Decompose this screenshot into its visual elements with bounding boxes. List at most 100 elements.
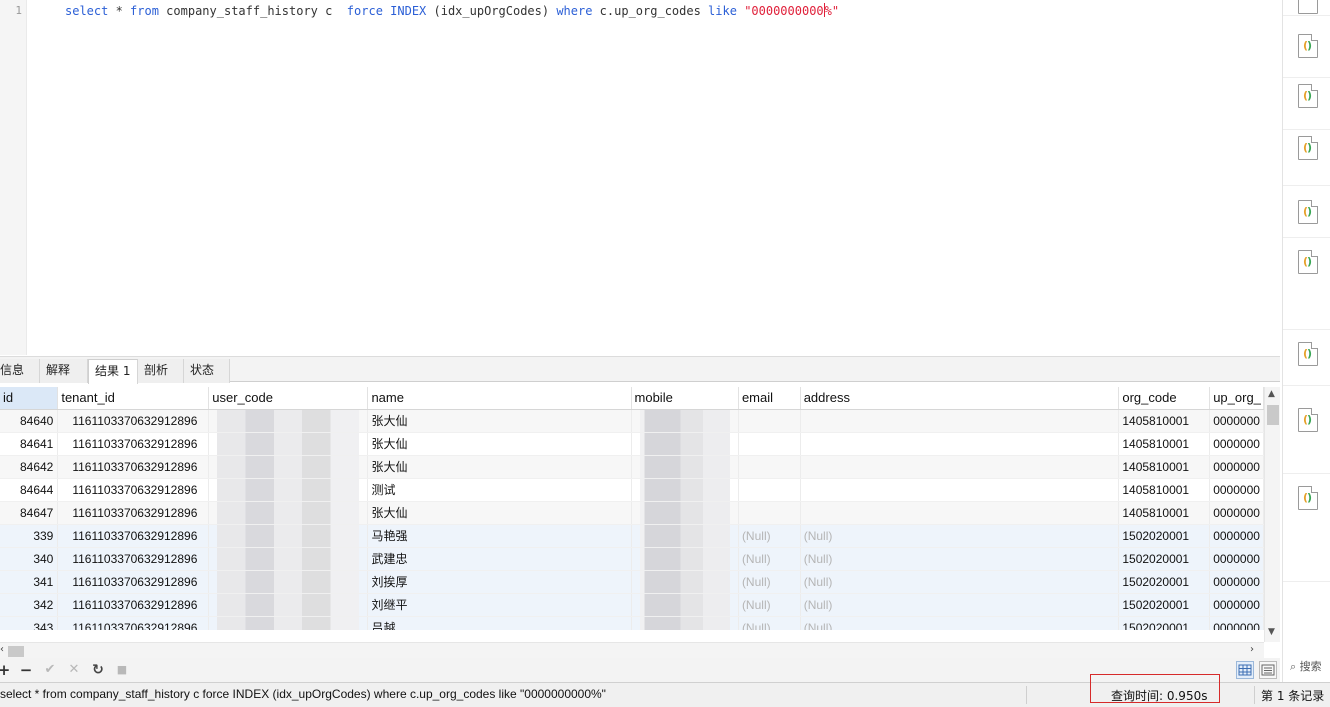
column-header-address[interactable]: address: [800, 387, 1120, 410]
cell-mobile-redacted[interactable]: [631, 432, 739, 456]
cell-org-code[interactable]: 1502020001: [1118, 593, 1211, 617]
cell-id[interactable]: 84647: [0, 501, 59, 525]
cell-up-org-codes[interactable]: 0000000: [1209, 616, 1264, 630]
horizontal-scroll-thumb[interactable]: [8, 646, 24, 657]
refresh-button[interactable]: ↻: [88, 660, 108, 680]
cell-tenant-id[interactable]: 1161103370632912896: [57, 409, 210, 433]
cell-mobile-redacted[interactable]: [631, 570, 739, 594]
cell-org-code[interactable]: 1502020001: [1118, 616, 1211, 630]
cell-up-org-codes[interactable]: 0000000: [1209, 524, 1264, 548]
snippet-item[interactable]: (): [1283, 386, 1330, 474]
tab-explain[interactable]: 解释 1: [40, 359, 88, 399]
cell-user-code-redacted[interactable]: [208, 524, 369, 548]
column-header-name[interactable]: name: [367, 387, 632, 410]
cell-address[interactable]: (Null): [800, 524, 1120, 548]
cell-id[interactable]: 340: [0, 547, 59, 571]
cell-address[interactable]: [800, 432, 1120, 456]
column-header-tenant-id[interactable]: tenant_id: [57, 387, 210, 410]
cell-org-code[interactable]: 1405810001: [1118, 409, 1211, 433]
cell-tenant-id[interactable]: 1161103370632912896: [57, 616, 210, 630]
form-view-icon[interactable]: [1259, 661, 1277, 679]
cell-user-code-redacted[interactable]: [208, 570, 369, 594]
cell-email[interactable]: [738, 409, 801, 433]
cell-tenant-id[interactable]: 1161103370632912896: [57, 501, 210, 525]
cell-address[interactable]: (Null): [800, 616, 1120, 630]
apply-changes-button[interactable]: ✔: [40, 660, 60, 680]
cell-mobile-redacted[interactable]: [631, 547, 739, 571]
cell-email[interactable]: [738, 478, 801, 502]
cell-name[interactable]: 吕越: [367, 616, 632, 630]
grid-view-icon[interactable]: [1236, 661, 1254, 679]
vertical-scrollbar[interactable]: ▲ ▼: [1264, 387, 1280, 642]
cell-tenant-id[interactable]: 1161103370632912896: [57, 478, 210, 502]
vertical-scroll-thumb[interactable]: [1267, 405, 1279, 425]
cell-up-org-codes[interactable]: 0000000: [1209, 547, 1264, 571]
cell-address[interactable]: [800, 455, 1120, 479]
column-header-user-code[interactable]: user_code: [208, 387, 369, 410]
cell-email[interactable]: (Null): [738, 570, 801, 594]
column-header-email[interactable]: email: [738, 387, 801, 410]
sql-code-line[interactable]: select * from company_staff_history c fo…: [65, 3, 839, 19]
cell-org-code[interactable]: 1405810001: [1118, 478, 1211, 502]
column-header-mobile[interactable]: mobile: [631, 387, 739, 410]
cell-id[interactable]: 84642: [0, 455, 59, 479]
cell-up-org-codes[interactable]: 0000000: [1209, 409, 1264, 433]
cell-email[interactable]: [738, 432, 801, 456]
cell-up-org-codes[interactable]: 0000000: [1209, 432, 1264, 456]
snippet-item[interactable]: (): [1283, 186, 1330, 238]
cell-tenant-id[interactable]: 1161103370632912896: [57, 432, 210, 456]
table-row[interactable]: 84644 1161103370632912896 测试 1405810001 0000…: [0, 478, 1264, 502]
cell-up-org-codes[interactable]: 0000000: [1209, 593, 1264, 617]
cell-name[interactable]: 张大仙: [367, 432, 632, 456]
horizontal-scrollbar[interactable]: ‹ ›: [0, 642, 1264, 658]
snippet-item[interactable]: (): [1283, 16, 1330, 78]
cell-org-code[interactable]: 1502020001: [1118, 570, 1211, 594]
table-row[interactable]: 84641 1161103370632912896 张大仙 1405810001 000…: [0, 432, 1264, 456]
cell-user-code-redacted[interactable]: [208, 501, 369, 525]
snippet-item[interactable]: (): [1283, 130, 1330, 186]
stop-button[interactable]: ■: [112, 660, 132, 680]
cell-tenant-id[interactable]: 1161103370632912896: [57, 570, 210, 594]
cell-name[interactable]: 张大仙: [367, 455, 632, 479]
sql-editor[interactable]: 1 select * from company_staff_history c …: [0, 0, 1280, 355]
cell-address[interactable]: (Null): [800, 570, 1120, 594]
snippet-item[interactable]: (): [1283, 238, 1330, 330]
cell-mobile-redacted[interactable]: [631, 455, 739, 479]
cell-mobile-redacted[interactable]: [631, 501, 739, 525]
cell-id[interactable]: 339: [0, 524, 59, 548]
cell-tenant-id[interactable]: 1161103370632912896: [57, 455, 210, 479]
tab-status[interactable]: 状态: [184, 359, 230, 383]
snippet-item[interactable]: (): [1283, 474, 1330, 582]
tab-result[interactable]: 结果 1: [88, 359, 138, 384]
cell-name[interactable]: 武建忠: [367, 547, 632, 571]
result-grid[interactable]: id tenant_id user_code name mobile email…: [0, 387, 1264, 630]
snippet-item[interactable]: [1283, 0, 1330, 16]
cell-tenant-id[interactable]: 1161103370632912896: [57, 547, 210, 571]
cell-org-code[interactable]: 1405810001: [1118, 455, 1211, 479]
cell-address[interactable]: (Null): [800, 547, 1120, 571]
cell-org-code[interactable]: 1405810001: [1118, 501, 1211, 525]
cell-user-code-redacted[interactable]: [208, 593, 369, 617]
cell-name[interactable]: 张大仙: [367, 409, 632, 433]
cell-email[interactable]: (Null): [738, 616, 801, 630]
tab-profile[interactable]: 剖析: [138, 359, 184, 383]
cell-mobile-redacted[interactable]: [631, 593, 739, 617]
table-row[interactable]: 84647 1161103370632912896 张大仙 1405810001 000…: [0, 501, 1264, 525]
tab-message[interactable]: 信息: [0, 359, 40, 383]
cell-org-code[interactable]: 1502020001: [1118, 524, 1211, 548]
cell-tenant-id[interactable]: 1161103370632912896: [57, 524, 210, 548]
cell-mobile-redacted[interactable]: [631, 478, 739, 502]
cell-up-org-codes[interactable]: 0000000: [1209, 501, 1264, 525]
cell-name[interactable]: 张大仙: [367, 501, 632, 525]
cell-up-org-codes[interactable]: 0000000: [1209, 570, 1264, 594]
cell-mobile-redacted[interactable]: [631, 409, 739, 433]
cell-user-code-redacted[interactable]: [208, 547, 369, 571]
cell-email[interactable]: (Null): [738, 547, 801, 571]
cell-address[interactable]: [800, 409, 1120, 433]
delete-record-button[interactable]: −: [16, 660, 36, 680]
cell-address[interactable]: [800, 501, 1120, 525]
scroll-up-arrow-icon[interactable]: ▲: [1268, 389, 1275, 399]
cell-name[interactable]: 刘挨厚: [367, 570, 632, 594]
cell-org-code[interactable]: 1405810001: [1118, 432, 1211, 456]
cell-user-code-redacted[interactable]: [208, 455, 369, 479]
